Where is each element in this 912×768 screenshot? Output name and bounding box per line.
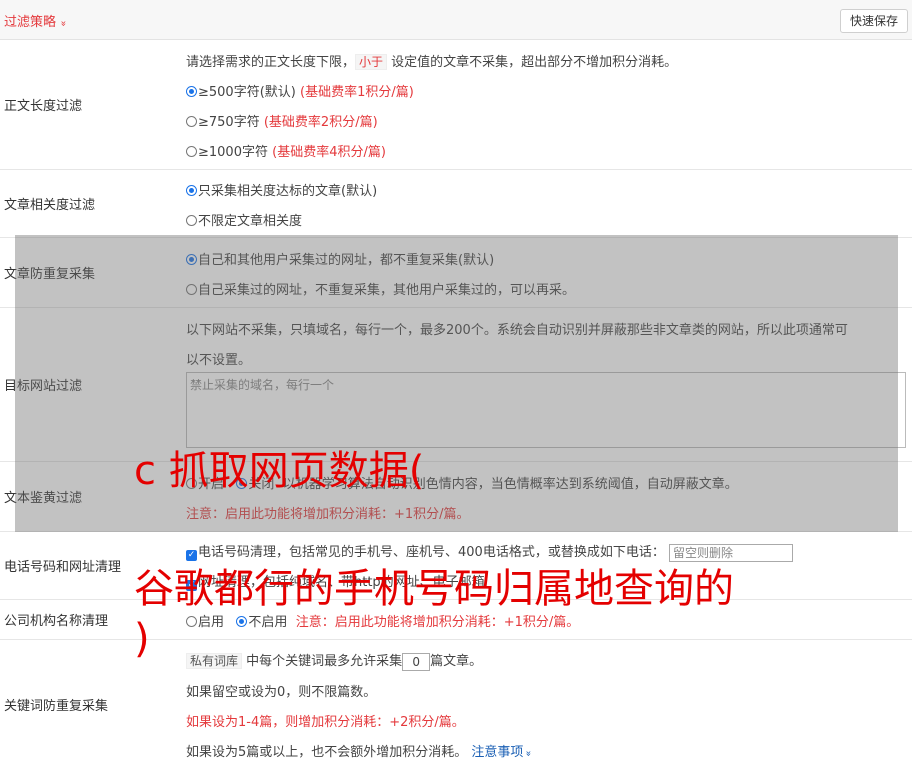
keyword-line3: 如果设为1-4篇，则增加积分消耗：+2积分/篇。 xyxy=(186,715,465,730)
option-label: 只采集相关度达标的文章(默认) xyxy=(198,184,378,199)
keyword-count-input[interactable]: 0 xyxy=(402,652,431,671)
keyword-line4: 如果设为5篇或以上，也不会额外增加积分消耗。 注意事项» xyxy=(186,741,534,760)
relevance-option-strict[interactable]: 只采集相关度达标的文章(默认) xyxy=(186,180,377,199)
keyword-text: 如果设为5篇或以上，也不会额外增加积分消耗。 xyxy=(186,745,468,760)
relevance-label: 文章相关度过滤 xyxy=(4,198,96,213)
option-label: 启用 xyxy=(198,615,225,630)
desc-text: 设定值的文章不采集，超出部分不增加积分消耗。 xyxy=(391,55,678,70)
section-title[interactable]: 过滤策略» xyxy=(4,11,69,30)
length-option-750[interactable]: ≥750字符 (基础费率2积分/篇) xyxy=(186,111,378,130)
radio-icon[interactable] xyxy=(186,146,197,157)
radio-icon[interactable] xyxy=(186,116,197,127)
length-option-500[interactable]: ≥500字符(默认) (基础费率1积分/篇) xyxy=(186,81,414,100)
chevron-down-icon: » xyxy=(57,20,69,27)
radio-selected-icon[interactable] xyxy=(186,86,197,97)
length-option-1000[interactable]: ≥1000字符 (基础费率4积分/篇) xyxy=(186,141,386,160)
radio-icon[interactable] xyxy=(186,215,197,226)
company-off-option[interactable]: 不启用 xyxy=(236,615,287,630)
option-label: 不启用 xyxy=(248,615,288,630)
length-filter-label: 正文长度过滤 xyxy=(4,99,83,114)
option-label: ≥1000字符 xyxy=(198,145,268,160)
keyword-dedup-label: 关键词防重复采集 xyxy=(4,698,109,714)
option-note: (基础费率2积分/篇) xyxy=(263,115,378,130)
relevance-option-any[interactable]: 不限定文章相关度 xyxy=(186,210,302,229)
length-filter-desc: 请选择需求的正文长度下限， 小于 设定值的文章不采集，超出部分不增加积分消耗。 xyxy=(186,51,677,70)
option-label: 不限定文章相关度 xyxy=(198,214,303,229)
option-note: (基础费率1积分/篇) xyxy=(300,85,414,100)
radio-selected-icon[interactable] xyxy=(236,616,248,627)
radio-selected-icon[interactable] xyxy=(186,185,197,196)
phone-clean-label: 电话号码和网址清理 xyxy=(4,560,122,575)
option-label: ≥750字符 xyxy=(198,115,260,130)
keyword-line2: 如果留空或设为0，则不限篇数。 xyxy=(186,685,377,700)
keyword-text: 中每个关键词最多允许采集 xyxy=(246,654,403,669)
less-than-tag: 小于 xyxy=(355,54,388,70)
notes-link-label: 注意事项 xyxy=(471,745,524,760)
quick-save-button[interactable]: 快速保存 xyxy=(839,9,908,33)
watermark-line3: ) xyxy=(134,616,150,662)
strategy-header: 过滤策略» 快速保存 xyxy=(0,0,912,40)
company-cost-note: 注意：启用此功能将增加积分消耗：+1积分/篇。 xyxy=(295,615,580,630)
company-clean-label: 公司机构名称清理 xyxy=(4,614,109,629)
relevance-row: 文章相关度过滤 只采集相关度达标的文章(默认) 不限定文章相关度 xyxy=(0,170,912,238)
option-note: (基础费率4积分/篇) xyxy=(272,145,386,160)
radio-icon[interactable] xyxy=(186,616,197,627)
company-on-option[interactable]: 启用 xyxy=(186,615,224,630)
option-label: ≥500字符(默认) xyxy=(198,85,296,100)
keyword-text: 篇文章。 xyxy=(430,654,483,669)
section-title-text: 过滤策略 xyxy=(4,15,57,30)
notes-link[interactable]: 注意事项» xyxy=(471,745,534,760)
keyword-limit-line: 私有词库 中每个关键词最多允许采集 0 篇文章。 xyxy=(186,650,482,671)
watermark-line1: c 抓取网页数据( xyxy=(134,448,425,494)
desc-text: 请选择需求的正文长度下限， xyxy=(186,55,356,70)
length-filter-row: 正文长度过滤 请选择需求的正文长度下限， 小于 设定值的文章不采集，超出部分不增加… xyxy=(0,40,912,170)
watermark-line2: 谷歌都行的手机号码归属地查询的 xyxy=(134,566,734,612)
private-lexicon-tag: 私有词库 xyxy=(186,653,243,669)
chevron-down-icon: » xyxy=(523,750,534,757)
